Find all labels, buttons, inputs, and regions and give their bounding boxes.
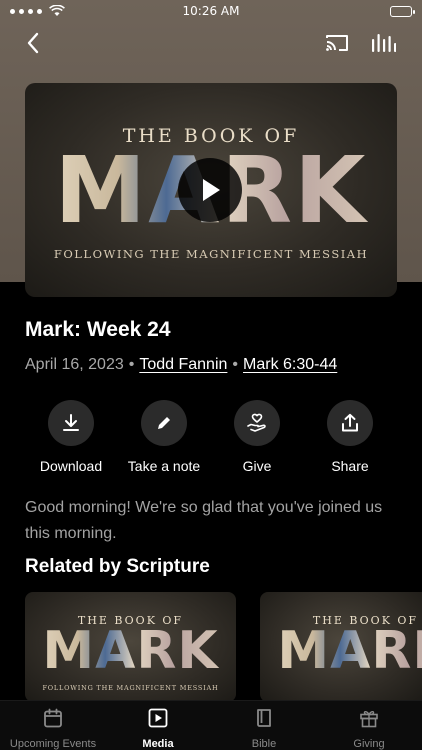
related-card-big-text: MARK <box>25 622 236 680</box>
audio-bars-icon <box>372 34 396 52</box>
sermon-date: April 16, 2023 <box>25 356 124 373</box>
share-icon <box>342 413 358 432</box>
note-icon-circle <box>141 400 187 446</box>
play-square-icon <box>148 708 168 728</box>
battery-icon <box>390 6 415 17</box>
pencil-icon <box>158 417 170 429</box>
cast-button[interactable] <box>322 31 352 55</box>
sermon-title: Mark: Week 24 <box>25 318 171 341</box>
tab-giving[interactable]: Giving <box>316 707 422 750</box>
heart-hand-icon <box>247 413 266 432</box>
play-button[interactable] <box>178 158 242 222</box>
meta-separator: • <box>232 356 239 373</box>
book-icon <box>257 709 271 727</box>
related-card[interactable]: THE BOOK OF MARK FOLLOWING THE MAGNIFICE… <box>25 592 236 702</box>
related-section-title: Related by Scripture <box>25 556 210 577</box>
status-time: 10:26 AM <box>182 4 240 18</box>
share-icon-circle <box>327 400 373 446</box>
audio-button[interactable] <box>368 31 398 55</box>
tab-label: Media <box>142 738 174 750</box>
related-card-big-text: MARK <box>260 622 422 680</box>
give-button[interactable]: Give <box>207 400 307 474</box>
share-label: Share <box>331 458 369 474</box>
take-note-label: Take a note <box>127 458 201 474</box>
related-card[interactable]: THE BOOK OF MARK <box>260 592 422 702</box>
related-card-bottom-text: FOLLOWING THE MAGNIFICENT MESSIAH <box>42 684 219 692</box>
meta-separator: • <box>128 356 135 373</box>
tab-upcoming-events[interactable]: Upcoming Events <box>0 707 106 750</box>
tab-bar: Upcoming Events Media Bible Giving <box>0 700 422 750</box>
tab-label: Upcoming Events <box>9 738 97 750</box>
sermon-meta: April 16, 2023 • Todd Fannin • Mark 6:30-44 <box>25 356 337 374</box>
sermon-description: Good morning! We're so glad that you've … <box>25 499 383 542</box>
action-row: Download Take a note Give Share <box>0 400 422 480</box>
download-icon-circle <box>48 400 94 446</box>
download-icon <box>63 414 79 431</box>
scripture-link[interactable]: Mark 6:30-44 <box>243 356 337 373</box>
back-button[interactable] <box>18 30 48 56</box>
status-bar: 10:26 AM <box>0 0 422 24</box>
related-card-art: THE BOOK OF MARK <box>260 592 422 702</box>
speaker-link[interactable]: Todd Fannin <box>139 356 227 373</box>
tab-label: Giving <box>353 738 385 750</box>
give-label: Give <box>242 458 272 474</box>
tab-media[interactable]: Media <box>105 707 211 750</box>
chevron-left-icon <box>27 32 39 54</box>
artwork-bottom-text: FOLLOWING THE MAGNIFICENT MESSIAH <box>53 247 369 261</box>
share-button[interactable]: Share <box>300 400 400 474</box>
sermon-artwork[interactable]: THE BOOK OF MARK FOLLOWING THE MAGNIFICE… <box>25 83 397 297</box>
play-icon <box>203 179 220 201</box>
tab-label: Bible <box>251 738 277 750</box>
calendar-icon <box>44 708 62 728</box>
download-button[interactable]: Download <box>21 400 121 474</box>
gift-icon <box>360 710 378 728</box>
tab-bible[interactable]: Bible <box>211 707 317 750</box>
download-label: Download <box>39 458 103 474</box>
give-icon-circle <box>234 400 280 446</box>
take-note-button[interactable]: Take a note <box>114 400 214 474</box>
cast-icon <box>326 35 348 51</box>
